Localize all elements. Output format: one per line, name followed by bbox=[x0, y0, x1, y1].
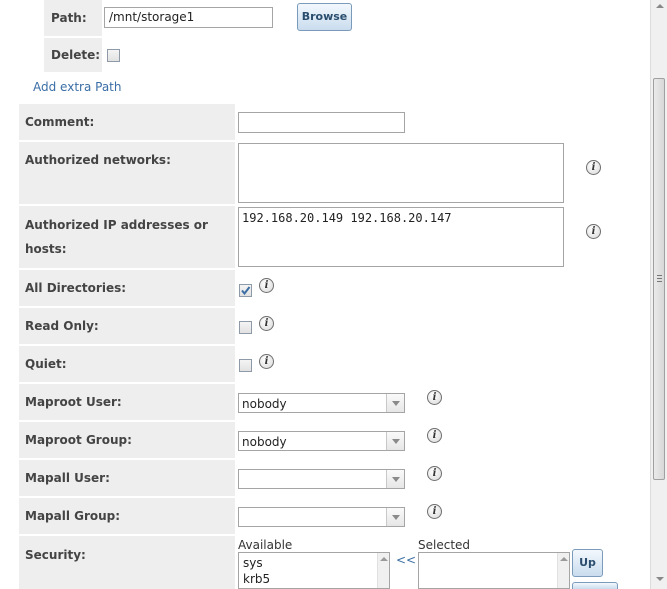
maproot-group-label: Maproot Group: bbox=[19, 422, 235, 458]
delete-label: Delete: bbox=[44, 38, 102, 72]
info-icon[interactable]: i bbox=[427, 466, 442, 481]
mapall-user-select[interactable] bbox=[238, 469, 405, 489]
selected-heading: Selected bbox=[418, 538, 471, 552]
move-left-button[interactable]: << bbox=[396, 553, 416, 567]
maproot-user-label: Maproot User: bbox=[19, 384, 235, 420]
available-listbox-scrollbar[interactable] bbox=[377, 553, 389, 588]
info-icon[interactable]: i bbox=[259, 278, 274, 293]
authorized-hosts-label-line1: Authorized IP addresses or bbox=[25, 218, 208, 232]
scrollbar-grip bbox=[657, 275, 662, 276]
scroll-down-arrow-icon[interactable] bbox=[656, 577, 664, 581]
info-icon[interactable]: i bbox=[427, 428, 442, 443]
chevron-down-icon[interactable] bbox=[386, 394, 404, 412]
chevron-down-icon[interactable] bbox=[386, 432, 404, 450]
scrollbar-grip bbox=[657, 281, 662, 282]
mapall-user-label: Mapall User: bbox=[19, 460, 235, 496]
page-scrollbar[interactable] bbox=[650, 0, 667, 589]
quiet-checkbox[interactable] bbox=[239, 359, 252, 372]
all-directories-checkbox[interactable] bbox=[239, 284, 252, 297]
selected-listbox-scrollbar[interactable] bbox=[557, 553, 569, 588]
all-directories-label: All Directories: bbox=[19, 270, 235, 306]
scrollbar-grip bbox=[657, 278, 662, 279]
mapall-group-select[interactable] bbox=[238, 507, 405, 527]
authorized-hosts-textarea[interactable]: 192.168.20.149 192.168.20.147 bbox=[238, 207, 564, 267]
comment-input[interactable] bbox=[238, 112, 405, 133]
up-button[interactable]: Up bbox=[572, 549, 603, 577]
security-label: Security: bbox=[19, 536, 235, 589]
comment-label: Comment: bbox=[19, 104, 235, 140]
selected-listbox[interactable] bbox=[418, 552, 570, 589]
available-listbox[interactable]: sys krb5 bbox=[238, 552, 390, 589]
authorized-networks-textarea[interactable] bbox=[238, 143, 564, 203]
authorized-networks-label: Authorized networks: bbox=[19, 142, 235, 204]
chevron-down-icon[interactable] bbox=[386, 508, 404, 526]
scroll-up-arrow-icon[interactable] bbox=[560, 557, 568, 561]
list-item[interactable]: krb5 bbox=[243, 572, 270, 586]
maproot-group-select[interactable]: nobody bbox=[238, 431, 405, 451]
info-icon[interactable]: i bbox=[586, 224, 601, 239]
delete-checkbox[interactable] bbox=[107, 49, 120, 62]
browse-button[interactable]: Browse bbox=[297, 3, 352, 31]
mapall-group-label: Mapall Group: bbox=[19, 498, 235, 534]
info-icon[interactable]: i bbox=[427, 390, 442, 405]
info-icon[interactable]: i bbox=[427, 504, 442, 519]
info-icon[interactable]: i bbox=[586, 160, 601, 175]
maproot-user-value: nobody bbox=[242, 397, 287, 411]
read-only-label: Read Only: bbox=[19, 308, 235, 344]
down-button[interactable] bbox=[572, 582, 618, 589]
maproot-user-select[interactable]: nobody bbox=[238, 393, 405, 413]
authorized-hosts-label-line2: hosts: bbox=[25, 242, 67, 256]
quiet-label: Quiet: bbox=[19, 346, 235, 382]
path-label: Path: bbox=[44, 0, 102, 36]
path-input[interactable]: /mnt/storage1 bbox=[104, 7, 273, 28]
scrollbar-thumb[interactable] bbox=[653, 78, 665, 480]
scroll-up-arrow-icon[interactable] bbox=[656, 4, 664, 8]
authorized-hosts-label: Authorized IP addresses or hosts: bbox=[19, 206, 235, 268]
available-heading: Available bbox=[238, 538, 293, 552]
info-icon[interactable]: i bbox=[259, 316, 274, 331]
maproot-group-value: nobody bbox=[242, 435, 287, 449]
list-item[interactable]: sys bbox=[243, 556, 263, 570]
scroll-up-arrow-icon[interactable] bbox=[380, 557, 388, 561]
info-icon[interactable]: i bbox=[259, 354, 274, 369]
read-only-checkbox[interactable] bbox=[239, 321, 252, 334]
chevron-down-icon[interactable] bbox=[386, 470, 404, 488]
add-extra-path-link[interactable]: Add extra Path bbox=[33, 80, 122, 94]
